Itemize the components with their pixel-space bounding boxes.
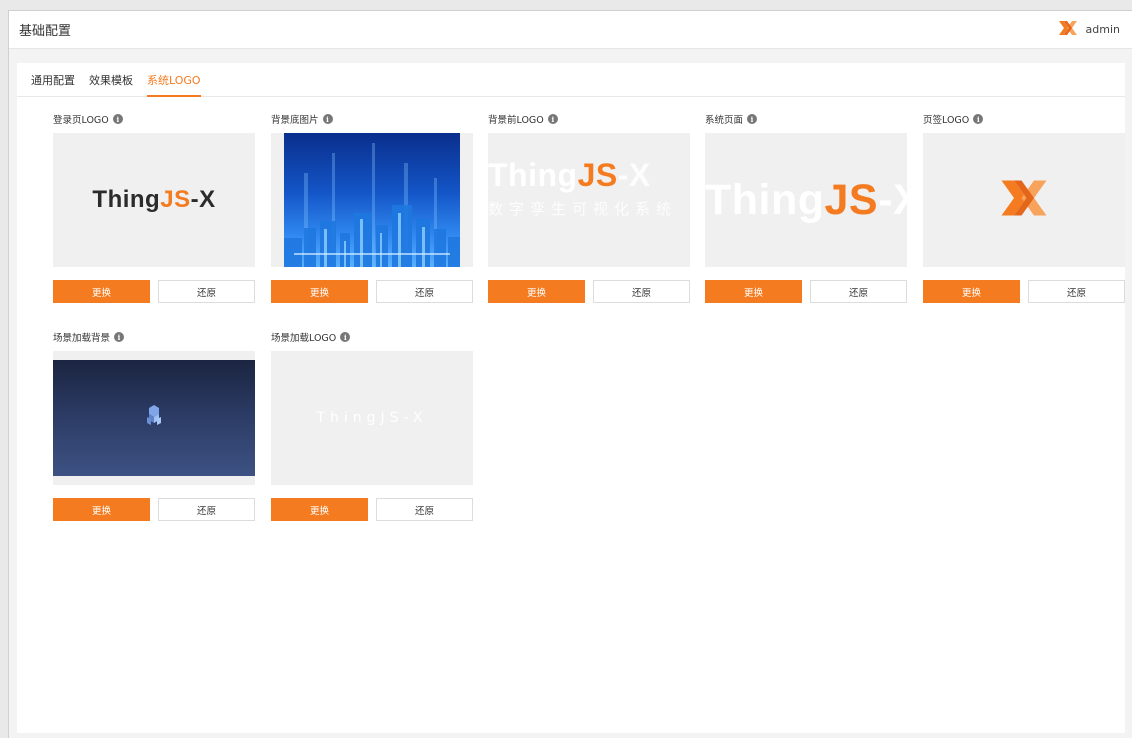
replace-button[interactable]: 更换 <box>271 498 368 521</box>
card-label: 系统页面 <box>705 115 744 126</box>
info-icon[interactable]: i <box>114 332 125 342</box>
card-system-page: 系统页面 i ThingJS-X 更换 还原 <box>705 111 907 303</box>
tab-bar: 通用配置 效果模板 系统LOGO <box>17 63 1125 97</box>
replace-button[interactable]: 更换 <box>705 280 802 303</box>
restore-button[interactable]: 还原 <box>1028 280 1125 303</box>
card-foreground-logo: 背景前LOGO i ThingJS-X 数字孪生可视化系统 更换 还原 <box>488 111 690 303</box>
card-scene-loading-background: 场景加载背景 i 更换 还原 <box>53 329 255 521</box>
restore-button[interactable]: 还原 <box>810 280 907 303</box>
restore-button[interactable]: 还原 <box>158 498 255 521</box>
cube-cluster-icon <box>143 403 165 433</box>
preview-scene-loading-logo: ThingJS-X <box>271 351 473 485</box>
card-background-image: 背景底图片 i 更换 还原 <box>271 111 473 303</box>
top-bar: 基础配置 admin <box>9 11 1132 49</box>
content-panel: 通用配置 效果模板 系统LOGO 登录页LOGO i ThingJS-X 更换 … <box>17 63 1125 733</box>
preview-tab-logo <box>923 133 1125 267</box>
slogan-text: 数字孪生可视化系统 <box>488 200 678 218</box>
card-login-logo: 登录页LOGO i ThingJS-X 更换 还原 <box>53 111 255 303</box>
user-name: admin <box>1085 23 1120 36</box>
tab-effect-template[interactable]: 效果模板 <box>89 63 133 96</box>
restore-button[interactable]: 还原 <box>376 280 473 303</box>
replace-button[interactable]: 更换 <box>271 280 368 303</box>
info-icon[interactable]: i <box>340 332 351 342</box>
restore-button[interactable]: 还原 <box>376 498 473 521</box>
info-icon[interactable]: i <box>547 114 558 124</box>
page-title: 基础配置 <box>19 24 72 39</box>
preview-background-image <box>271 133 473 267</box>
x-logo-icon <box>999 178 1049 222</box>
replace-button[interactable]: 更换 <box>488 280 585 303</box>
city-background-image <box>284 133 460 267</box>
card-label: 背景前LOGO <box>488 115 544 126</box>
info-icon[interactable]: i <box>322 114 333 124</box>
card-scene-loading-logo: 场景加载LOGO i ThingJS-X 更换 还原 <box>271 329 473 521</box>
card-label: 页签LOGO <box>923 115 970 126</box>
card-label: 登录页LOGO <box>53 115 109 126</box>
info-icon[interactable]: i <box>747 114 758 124</box>
tab-general-config[interactable]: 通用配置 <box>31 63 75 96</box>
user-area[interactable]: admin <box>1058 20 1120 40</box>
app-frame: 基础配置 admin 通用配置 效果模板 系统LOGO 登录页LOGO i Th… <box>8 10 1132 738</box>
thingjs-x-icon <box>1058 20 1078 40</box>
thingjs-logo-large: ThingJS-X <box>705 175 907 224</box>
replace-button[interactable]: 更换 <box>53 280 150 303</box>
scene-background-image <box>53 360 255 476</box>
info-icon[interactable]: i <box>973 114 984 124</box>
replace-button[interactable]: 更换 <box>53 498 150 521</box>
preview-system-page: ThingJS-X <box>705 133 907 267</box>
card-label: 场景加载LOGO <box>271 333 337 344</box>
preview-login-logo: ThingJS-X <box>53 133 255 267</box>
card-label: 背景底图片 <box>271 115 319 126</box>
restore-button[interactable]: 还原 <box>158 280 255 303</box>
thingjs-logo-white: ThingJS-X <box>488 157 651 193</box>
restore-button[interactable]: 还原 <box>593 280 690 303</box>
replace-button[interactable]: 更换 <box>923 280 1020 303</box>
thingjs-logo-dark: ThingJS-X <box>92 186 216 213</box>
tab-system-logo[interactable]: 系统LOGO <box>147 63 201 97</box>
card-label: 场景加载背景 <box>53 333 111 344</box>
info-icon[interactable]: i <box>112 114 123 124</box>
preview-foreground-logo: ThingJS-X 数字孪生可视化系统 <box>488 133 690 267</box>
thingjs-logo-faint: ThingJS-X <box>316 410 428 426</box>
card-tab-logo: 页签LOGO i 更换 还原 <box>923 111 1125 303</box>
preview-scene-loading-background <box>53 351 255 485</box>
